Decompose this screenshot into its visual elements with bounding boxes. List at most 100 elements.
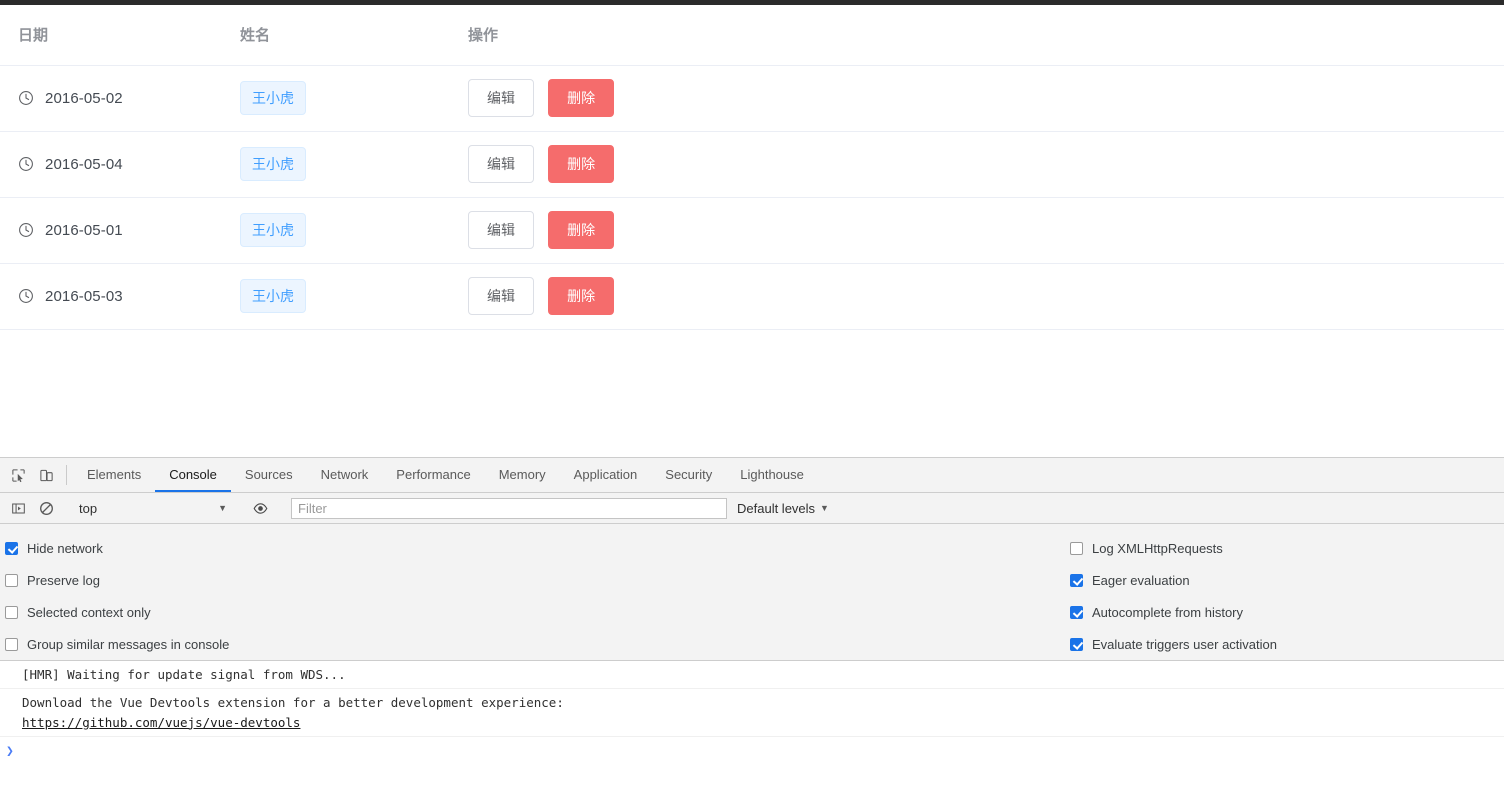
devtools-tabbar: Elements Console Sources Network Perform… [0, 458, 1504, 493]
setting-autocomplete-from-history[interactable]: Autocomplete from history [1070, 596, 1277, 628]
cell-date: 2016-05-01 [0, 197, 240, 264]
clock-icon [18, 288, 34, 304]
tab-performance[interactable]: Performance [382, 459, 484, 492]
table-head: 日期 姓名 操作 [0, 5, 1504, 66]
table-body: 2016-05-02 王小虎 编辑 删除 2016-05-04 王小虎 编辑 删… [0, 65, 1504, 330]
tab-network[interactable]: Network [307, 459, 383, 492]
log-levels-dropdown[interactable]: Default levels ▼ [737, 501, 829, 516]
cell-name: 王小虎 [240, 65, 468, 132]
tab-console[interactable]: Console [155, 459, 231, 492]
console-settings-left-column: Hide network Preserve log Selected conte… [0, 532, 1070, 660]
cell-operations: 编辑 删除 [468, 263, 1504, 330]
checkbox-icon[interactable] [1070, 573, 1083, 587]
tab-sources[interactable]: Sources [231, 459, 307, 492]
chevron-down-icon: ▼ [820, 503, 829, 513]
tab-security[interactable]: Security [651, 459, 726, 492]
devtools-panel: Elements Console Sources Network Perform… [0, 457, 1504, 793]
column-header-date: 日期 [0, 5, 240, 66]
delete-button[interactable]: 删除 [548, 79, 615, 117]
date-text: 2016-05-03 [45, 287, 123, 305]
checkbox-icon[interactable] [5, 605, 18, 619]
setting-label: Log XMLHttpRequests [1092, 540, 1223, 556]
checkbox-icon[interactable] [5, 573, 18, 587]
checkbox-icon[interactable] [1070, 541, 1083, 555]
console-message-text: Download the Vue Devtools extension for … [22, 695, 564, 711]
inspect-element-icon[interactable] [4, 458, 32, 492]
table-row[interactable]: 2016-05-03 王小虎 编辑 删除 [0, 263, 1504, 330]
checkbox-icon[interactable] [1070, 637, 1083, 651]
eye-icon[interactable] [246, 501, 274, 516]
table-row[interactable]: 2016-05-02 王小虎 编辑 删除 [0, 65, 1504, 132]
setting-eager-evaluation[interactable]: Eager evaluation [1070, 564, 1277, 596]
setting-label: Evaluate triggers user activation [1092, 636, 1277, 652]
checkbox-icon[interactable] [1070, 605, 1083, 619]
device-toolbar-icon[interactable] [32, 458, 60, 492]
edit-button[interactable]: 编辑 [468, 145, 534, 183]
console-output: [HMR] Waiting for update signal from WDS… [0, 661, 1504, 793]
cell-name: 王小虎 [240, 197, 468, 264]
console-toolbar: top ▼ Default levels ▼ [0, 493, 1504, 524]
table-row[interactable]: 2016-05-01 王小虎 编辑 删除 [0, 197, 1504, 264]
table-row[interactable]: 2016-05-04 王小虎 编辑 删除 [0, 131, 1504, 198]
setting-label: Group similar messages in console [27, 636, 230, 652]
setting-label: Selected context only [27, 604, 151, 620]
setting-hide-network[interactable]: Hide network [5, 532, 1070, 564]
cell-date: 2016-05-02 [0, 65, 240, 132]
column-header-operations: 操作 [468, 5, 1504, 66]
execution-context-select[interactable]: top ▼ [73, 498, 233, 519]
chevron-down-icon: ▼ [218, 503, 227, 513]
setting-label: Eager evaluation [1092, 572, 1190, 588]
setting-preserve-log[interactable]: Preserve log [5, 564, 1070, 596]
console-sidebar-icon[interactable] [4, 501, 32, 516]
console-settings-right-column: Log XMLHttpRequests Eager evaluation Aut… [1070, 532, 1277, 660]
console-filter-input[interactable] [291, 497, 727, 519]
name-tag[interactable]: 王小虎 [240, 81, 306, 115]
clock-icon [18, 156, 34, 172]
cell-operations: 编辑 删除 [468, 131, 1504, 198]
checkbox-icon[interactable] [5, 637, 18, 651]
delete-button[interactable]: 删除 [548, 145, 615, 183]
console-message-link[interactable]: https://github.com/vuejs/vue-devtools [22, 713, 1504, 732]
console-prompt-input[interactable] [13, 743, 1504, 761]
cell-operations: 编辑 删除 [468, 65, 1504, 132]
column-header-name: 姓名 [240, 5, 468, 66]
log-levels-label: Default levels [737, 500, 816, 516]
console-message: [HMR] Waiting for update signal from WDS… [0, 661, 1504, 690]
prompt-caret-icon: ❯ [6, 744, 14, 760]
cell-name: 王小虎 [240, 263, 468, 330]
setting-log-xmlhttprequests[interactable]: Log XMLHttpRequests [1070, 532, 1277, 564]
data-table: 日期 姓名 操作 2016-05-02 王小虎 编辑 删除 2016-05-04… [0, 5, 1504, 330]
tab-elements[interactable]: Elements [73, 459, 155, 492]
setting-evaluate-triggers-user-activation[interactable]: Evaluate triggers user activation [1070, 628, 1277, 660]
setting-selected-context-only[interactable]: Selected context only [5, 596, 1070, 628]
devtools-tab-list: Elements Console Sources Network Perform… [73, 458, 818, 492]
setting-group-similar-messages[interactable]: Group similar messages in console [5, 628, 1070, 660]
delete-button[interactable]: 删除 [548, 211, 615, 249]
edit-button[interactable]: 编辑 [468, 277, 534, 315]
tab-application[interactable]: Application [560, 459, 652, 492]
tab-memory[interactable]: Memory [485, 459, 560, 492]
name-tag[interactable]: 王小虎 [240, 147, 306, 181]
console-settings-panel: Hide network Preserve log Selected conte… [0, 524, 1504, 661]
date-text: 2016-05-02 [45, 89, 123, 107]
delete-button[interactable]: 删除 [548, 277, 615, 315]
toolbar-divider [66, 465, 67, 485]
clear-console-icon[interactable] [32, 501, 60, 516]
setting-label: Hide network [27, 540, 103, 556]
edit-button[interactable]: 编辑 [468, 79, 534, 117]
date-text: 2016-05-04 [45, 155, 123, 173]
execution-context-value: top [79, 500, 98, 516]
console-message-text: [HMR] Waiting for update signal from WDS… [22, 667, 346, 682]
page-viewport: 日期 姓名 操作 2016-05-02 王小虎 编辑 删除 2016-05-04… [0, 5, 1504, 457]
name-tag[interactable]: 王小虎 [240, 213, 306, 247]
tab-lighthouse[interactable]: Lighthouse [726, 459, 818, 492]
cell-date: 2016-05-04 [0, 131, 240, 198]
name-tag[interactable]: 王小虎 [240, 279, 306, 313]
console-prompt-row[interactable]: ❯ [0, 737, 1504, 783]
setting-label: Preserve log [27, 572, 100, 588]
table-header-row: 日期 姓名 操作 [0, 5, 1504, 66]
setting-label: Autocomplete from history [1092, 604, 1244, 620]
cell-date: 2016-05-03 [0, 263, 240, 330]
checkbox-icon[interactable] [5, 541, 18, 555]
edit-button[interactable]: 编辑 [468, 211, 534, 249]
